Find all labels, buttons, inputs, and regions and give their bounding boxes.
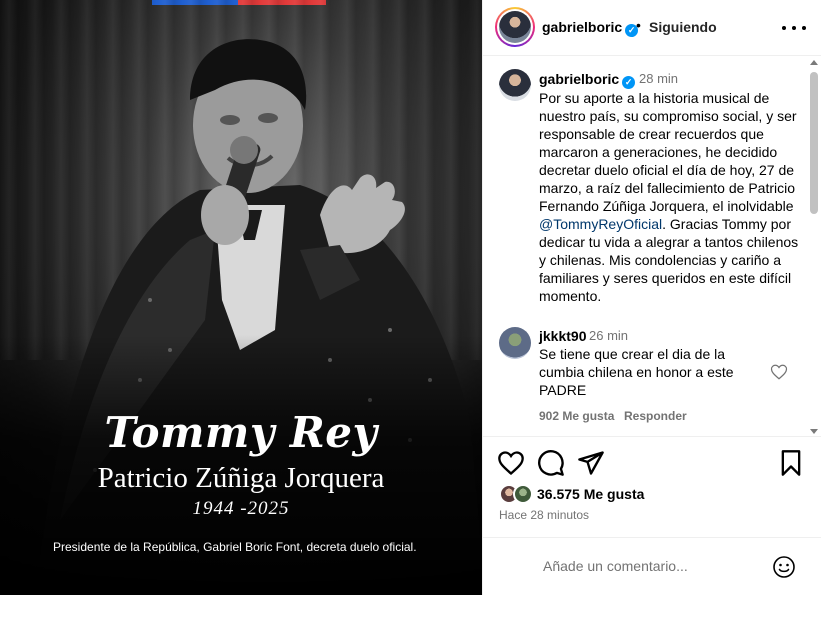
header-separator: •: [636, 17, 641, 33]
comment-avatar[interactable]: [499, 327, 531, 359]
reply-button[interactable]: Responder: [624, 409, 687, 423]
caption-text-part: Por su aporte a la historia musical de n…: [539, 90, 797, 214]
post-actions: [483, 449, 821, 479]
likes-count[interactable]: 36.575 Me gusta: [537, 486, 644, 502]
heart-icon[interactable]: [497, 449, 525, 477]
header-username-text[interactable]: gabrielboric: [542, 19, 622, 35]
verified-badge-icon: ✓: [622, 76, 636, 89]
comments-scrollbar[interactable]: [809, 60, 819, 434]
caption-text: Por su aporte a la historia musical de n…: [539, 89, 807, 305]
post-panel: gabrielboric ✓ • Siguiendo gabrielboric ✓ …: [482, 0, 821, 595]
comment-time[interactable]: 26 min: [589, 328, 628, 343]
comment-like-heart-icon[interactable]: [770, 363, 788, 381]
caption-username[interactable]: gabrielboric ✓: [539, 71, 636, 89]
more-options-icon[interactable]: [782, 16, 806, 40]
post-image[interactable]: Tommy Rey Patricio Zúñiga Jorquera 1944 …: [0, 0, 482, 595]
add-comment-bar: [483, 537, 821, 595]
share-icon[interactable]: [577, 449, 605, 477]
scroll-thumb[interactable]: [810, 72, 818, 214]
mention-link[interactable]: @TommyReyOficial: [539, 216, 662, 232]
following-button[interactable]: Siguiendo: [649, 19, 717, 35]
emoji-icon[interactable]: [772, 555, 796, 579]
bookmark-icon[interactable]: [777, 449, 805, 477]
comment-likes-count[interactable]: 902 Me gusta: [539, 409, 614, 423]
post-timestamp[interactable]: Hace 28 minutos: [499, 508, 589, 522]
post-header: gabrielboric ✓ • Siguiendo: [483, 0, 821, 56]
comment-input[interactable]: [543, 558, 763, 574]
comment-username[interactable]: jkkkt90: [539, 328, 586, 344]
caption-avatar[interactable]: [499, 69, 531, 101]
profile-avatar[interactable]: [495, 7, 535, 47]
scroll-down-arrow-icon[interactable]: [810, 429, 818, 434]
scroll-up-arrow-icon[interactable]: [810, 60, 818, 65]
caption-time[interactable]: 28 min: [639, 71, 678, 86]
header-username[interactable]: gabrielboric ✓: [542, 19, 639, 37]
caption-username-text[interactable]: gabrielboric: [539, 71, 619, 87]
artist-full-name: Patricio Zúñiga Jorquera: [97, 462, 385, 494]
image-caption: Presidente de la República, Gabriel Bori…: [53, 540, 417, 554]
comment-icon[interactable]: [537, 449, 565, 477]
artist-name: Tommy Rey: [104, 408, 378, 457]
comments-section[interactable]: gabrielboric ✓ 28 min Por su aporte a la …: [483, 57, 821, 437]
artist-years: 1944 -2025: [192, 498, 290, 519]
comment-text: Se tiene que crear el dia de la cumbia c…: [539, 346, 734, 398]
